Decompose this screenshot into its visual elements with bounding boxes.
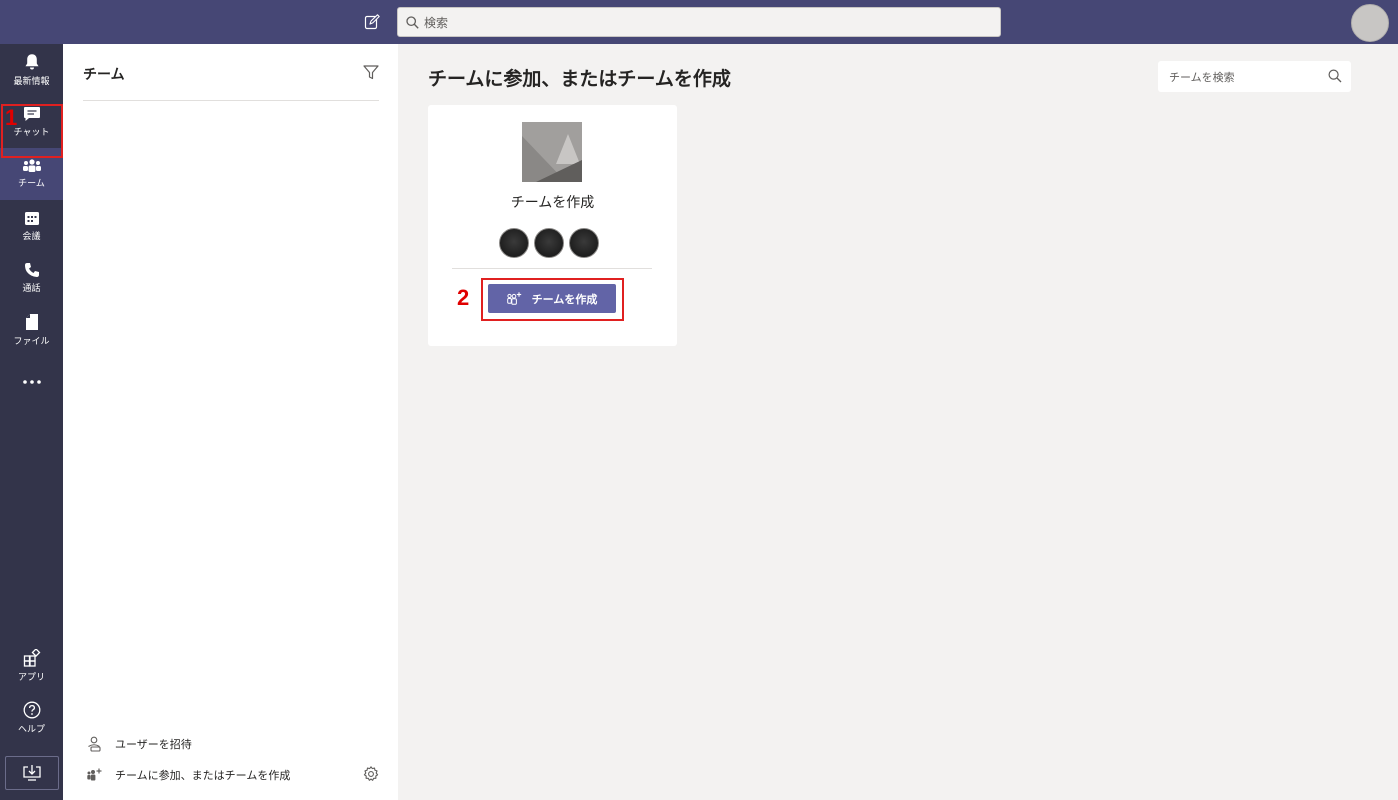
chat-icon	[23, 107, 40, 121]
rail-label-calendar: 会議	[22, 232, 41, 242]
rail-label-files: ファイル	[13, 337, 50, 347]
rail-label-calls: 通話	[22, 284, 41, 294]
rail-item-apps[interactable]: アプリ	[0, 640, 63, 692]
rail-label-help: ヘルプ	[17, 725, 45, 735]
create-team-button-label: チームを作成	[531, 292, 598, 306]
download-app-button[interactable]	[5, 756, 59, 790]
member-avatar	[534, 228, 564, 258]
rail-item-files[interactable]: ファイル	[0, 304, 63, 356]
teams-add-icon	[87, 768, 102, 781]
apps-icon	[23, 649, 40, 667]
panel-divider	[83, 100, 379, 101]
rail-label-activity: 最新情報	[13, 77, 50, 87]
member-avatar	[569, 228, 599, 258]
rail-item-calls[interactable]: 通話	[0, 252, 63, 304]
teams-panel: チーム ユーザーを招待 チームに参加、またはチームを作成	[63, 44, 398, 800]
page-title: チームに参加、またはチームを作成	[428, 68, 731, 90]
top-bar: 検索	[0, 0, 1398, 44]
more-icon	[22, 380, 41, 384]
step-1-marker: 1	[5, 105, 18, 130]
invite-users-link[interactable]: ユーザーを招待	[87, 736, 192, 752]
search-icon	[1328, 69, 1342, 83]
panel-title: チーム	[83, 67, 125, 83]
teams-add-icon	[506, 292, 521, 305]
filter-icon	[363, 65, 379, 80]
team-search-input[interactable]: チームを検索	[1158, 61, 1351, 92]
search-icon	[406, 15, 419, 29]
search-placeholder: 検索	[424, 15, 449, 30]
rail-label-chat: チャット	[13, 128, 50, 138]
join-create-team-label: チームに参加、またはチームを作成	[115, 769, 291, 782]
filter-button[interactable]	[362, 63, 380, 81]
member-avatars	[499, 228, 599, 258]
rail-item-calendar[interactable]: 会議	[0, 200, 63, 252]
join-create-team-link[interactable]: チームに参加、またはチームを作成	[87, 767, 290, 783]
invite-user-icon	[88, 736, 101, 752]
team-search-placeholder: チームを検索	[1169, 70, 1235, 84]
compose-button[interactable]	[362, 12, 382, 32]
file-icon	[25, 314, 38, 330]
app-rail: 最新情報 チャット チーム 会議 通話 ファイル アプリ ヘルプ	[0, 44, 63, 800]
rail-label-teams: チーム	[18, 179, 45, 189]
user-avatar[interactable]	[1351, 4, 1389, 42]
bell-icon	[25, 54, 38, 70]
teams-icon	[22, 159, 41, 172]
calendar-icon	[24, 212, 39, 225]
card-title: チームを作成	[510, 195, 595, 211]
invite-users-label: ユーザーを招待	[115, 738, 192, 751]
phone-icon	[24, 263, 39, 277]
gear-icon	[363, 766, 379, 781]
search-input[interactable]: 検索	[397, 7, 1001, 37]
rail-item-more[interactable]	[0, 356, 63, 408]
rail-item-help[interactable]: ヘルプ	[0, 692, 63, 744]
member-avatar	[499, 228, 529, 258]
card-divider	[452, 268, 652, 269]
team-image-placeholder	[522, 122, 582, 182]
create-team-button[interactable]: チームを作成	[488, 284, 616, 313]
help-icon	[23, 701, 40, 719]
rail-label-apps: アプリ	[17, 673, 45, 683]
step-2-marker: 2	[457, 285, 470, 310]
settings-button[interactable]	[362, 765, 380, 783]
rail-item-activity[interactable]: 最新情報	[0, 44, 63, 96]
compose-icon	[364, 14, 380, 30]
rail-item-teams[interactable]: チーム	[0, 148, 63, 200]
download-icon	[23, 765, 41, 781]
